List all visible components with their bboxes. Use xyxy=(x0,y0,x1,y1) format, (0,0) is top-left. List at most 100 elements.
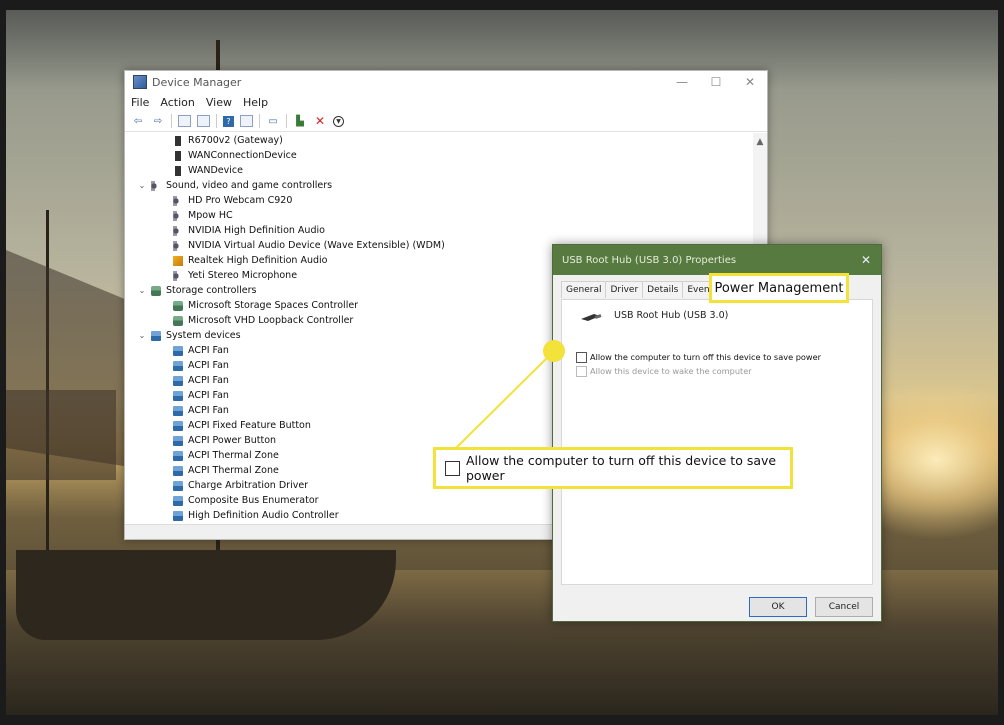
speaker-icon xyxy=(173,270,183,281)
tree-item-label: Composite Bus Enumerator xyxy=(188,495,319,506)
ok-button[interactable]: OK xyxy=(749,597,807,617)
scan-hardware-monitor-icon[interactable]: ▭ xyxy=(266,115,280,128)
tree-item-label: ACPI Fixed Feature Button xyxy=(188,420,311,431)
speaker-icon xyxy=(173,225,183,236)
tree-item[interactable]: HD Pro Webcam C920 xyxy=(125,193,753,208)
system-icon xyxy=(173,405,183,416)
usb-device-icon xyxy=(581,314,602,321)
back-arrow-icon[interactable]: ⇦ xyxy=(131,115,145,128)
toolbar: ⇦ ⇨ ? ▭ ▙ ✕ ▼ xyxy=(125,111,767,132)
window-controls: — ☐ ✕ xyxy=(665,71,767,93)
speaker-icon xyxy=(173,195,183,206)
menu-action[interactable]: Action xyxy=(160,96,194,109)
close-button[interactable]: ✕ xyxy=(733,71,767,93)
allow-turn-off-label[interactable]: Allow the computer to turn off this devi… xyxy=(590,352,821,362)
properties-icon[interactable] xyxy=(197,115,210,127)
action-pane-icon[interactable] xyxy=(240,115,253,127)
tree-item-label: ACPI Fan xyxy=(188,345,229,356)
tree-item-label: ACPI Fan xyxy=(188,360,229,371)
enable-device-icon[interactable]: ▼ xyxy=(333,115,344,127)
system-icon xyxy=(173,360,183,371)
tree-item-label: ACPI Fan xyxy=(188,375,229,386)
tree-item-label: WANDevice xyxy=(188,165,243,176)
warning-speaker-icon xyxy=(173,255,183,266)
tree-item-label: Charge Arbitration Driver xyxy=(188,480,309,491)
system-icon xyxy=(151,330,161,341)
system-icon xyxy=(173,420,183,431)
tab-driver[interactable]: Driver xyxy=(605,281,644,298)
tree-item-label: Yeti Stereo Microphone xyxy=(188,270,298,281)
tree-item-label: ACPI Thermal Zone xyxy=(188,450,279,461)
device-name: USB Root Hub (USB 3.0) xyxy=(614,310,729,321)
tree-item-label: WANConnectionDevice xyxy=(188,150,297,161)
device-icon xyxy=(175,150,181,161)
tree-item[interactable]: WANDevice xyxy=(125,163,753,178)
tree-item-label: Storage controllers xyxy=(166,285,257,296)
dialog-titlebar[interactable]: USB Root Hub (USB 3.0) Properties ✕ xyxy=(553,245,881,275)
expand-chevron-icon[interactable]: ⌄ xyxy=(137,181,147,190)
callout-checkbox-icon xyxy=(445,460,460,476)
expand-chevron-icon[interactable]: ⌄ xyxy=(137,286,147,295)
tree-item-label: System devices xyxy=(166,330,241,341)
tree-item-label: HD Pro Webcam C920 xyxy=(188,195,293,206)
help-icon[interactable]: ? xyxy=(223,115,234,127)
power-management-pane: USB Root Hub (USB 3.0) Allow the compute… xyxy=(561,299,873,585)
storage-icon xyxy=(173,300,183,311)
menu-view[interactable]: View xyxy=(206,96,232,109)
system-icon xyxy=(173,465,183,476)
system-icon xyxy=(173,390,183,401)
dialog-close-icon[interactable]: ✕ xyxy=(861,253,871,267)
tree-item-label: Sound, video and game controllers xyxy=(166,180,333,191)
tree-item[interactable]: NVIDIA High Definition Audio xyxy=(125,223,753,238)
uninstall-device-icon[interactable]: ✕ xyxy=(313,114,327,128)
callout-marker-dot xyxy=(543,340,565,362)
system-icon xyxy=(173,510,183,521)
tree-category[interactable]: ⌄ Sound, video and game controllers xyxy=(125,178,753,193)
tree-item[interactable]: Mpow HC xyxy=(125,208,753,223)
system-icon xyxy=(173,480,183,491)
storage-icon xyxy=(151,285,161,296)
scroll-up-icon[interactable]: ▲ xyxy=(753,133,767,147)
menu-bar: File Action View Help xyxy=(125,93,767,111)
tree-item-label: High Definition Audio Controller xyxy=(188,510,339,521)
tree-item-label: Mpow HC xyxy=(188,210,233,221)
tree-item-label: ACPI Fan xyxy=(188,405,229,416)
tree-item-label: R6700v2 (Gateway) xyxy=(188,135,283,146)
tree-item-label: Microsoft VHD Loopback Controller xyxy=(188,315,354,326)
tab-general[interactable]: General xyxy=(561,281,607,298)
show-hide-console-tree-icon[interactable] xyxy=(178,115,191,127)
device-manager-app-icon xyxy=(133,75,147,89)
minimize-button[interactable]: — xyxy=(665,71,699,93)
tree-item-label: NVIDIA Virtual Audio Device (Wave Extens… xyxy=(188,240,445,251)
allow-turn-off-checkbox[interactable] xyxy=(576,352,587,363)
tree-item[interactable]: WANConnectionDevice xyxy=(125,148,753,163)
tab-details[interactable]: Details xyxy=(642,281,684,298)
tree-item-label: ACPI Thermal Zone xyxy=(188,465,279,476)
cancel-button[interactable]: Cancel xyxy=(815,597,873,617)
allow-wake-label: Allow this device to wake the computer xyxy=(590,366,752,376)
maximize-button[interactable]: ☐ xyxy=(699,71,733,93)
dialog-title: USB Root Hub (USB 3.0) Properties xyxy=(562,254,737,266)
device-icon xyxy=(175,165,181,176)
tree-item-label: ACPI Fan xyxy=(188,390,229,401)
tree-item-label: NVIDIA High Definition Audio xyxy=(188,225,325,236)
system-icon xyxy=(173,450,183,461)
system-icon xyxy=(173,375,183,386)
forward-arrow-icon[interactable]: ⇨ xyxy=(151,115,165,128)
speaker-icon xyxy=(173,240,183,251)
expand-chevron-icon[interactable]: ⌄ xyxy=(137,331,147,340)
tab-power-management-callout[interactable]: Power Management xyxy=(709,273,849,303)
tree-item-label: ACPI Power Button xyxy=(188,435,277,446)
device-icon xyxy=(175,135,181,146)
tree-item[interactable]: R6700v2 (Gateway) xyxy=(125,133,753,148)
menu-help[interactable]: Help xyxy=(243,96,268,109)
system-icon xyxy=(173,495,183,506)
menu-file[interactable]: File xyxy=(131,96,149,109)
dialog-tabs: General Driver Details Events xyxy=(561,281,723,298)
speaker-icon xyxy=(151,180,161,191)
system-icon xyxy=(173,345,183,356)
window-title: Device Manager xyxy=(152,75,242,89)
allow-wake-checkbox xyxy=(576,366,587,377)
storage-icon xyxy=(173,315,183,326)
update-driver-icon[interactable]: ▙ xyxy=(293,115,307,128)
